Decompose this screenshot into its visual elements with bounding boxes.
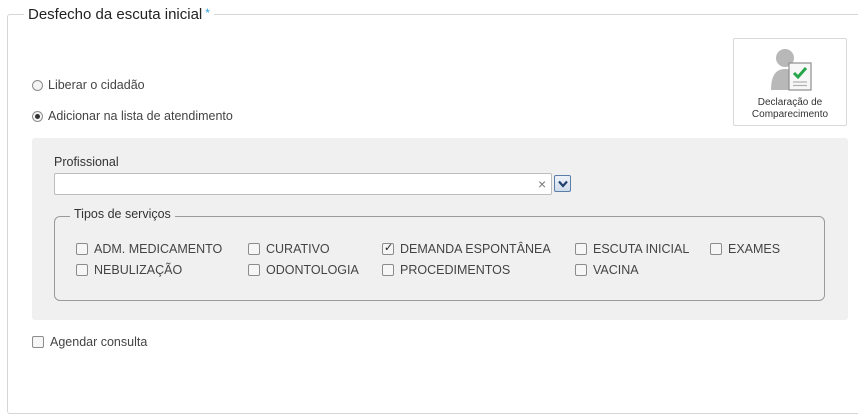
checkbox-label: CURATIVO <box>266 242 330 256</box>
required-mark: * <box>205 6 210 20</box>
profissional-input[interactable] <box>54 173 552 195</box>
radio-liberar-label: Liberar o cidadão <box>48 78 145 92</box>
checkbox-agendar-consulta[interactable]: Agendar consulta <box>32 335 147 349</box>
tipos-servicos-legend: Tipos de serviços <box>70 207 175 221</box>
checkbox-curativo[interactable]: CURATIVO <box>248 242 330 256</box>
declaracao-label-line1: Declaração de <box>757 97 823 108</box>
profissional-label: Profissional <box>54 155 119 169</box>
checkbox-label: VACINA <box>593 263 639 277</box>
checkbox-box-checked[interactable] <box>382 241 394 255</box>
checkbox-nebulizacao[interactable]: NEBULIZAÇÃO <box>76 263 182 277</box>
radio-adicionar-button[interactable] <box>32 110 43 122</box>
atendimento-panel: Profissional × Tipos de serviços ADM. ME… <box>32 138 848 320</box>
checkbox-box[interactable] <box>248 264 260 276</box>
checkbox-box[interactable] <box>575 264 587 276</box>
checkbox-label: EXAMES <box>728 242 781 256</box>
tipos-servicos-box <box>54 216 825 301</box>
profissional-dropdown-button[interactable] <box>554 175 571 192</box>
checkbox-label: NEBULIZAÇÃO <box>94 263 183 277</box>
declaracao-label: Declaração de Comparecimento <box>734 97 846 121</box>
radio-liberar-button[interactable] <box>32 79 43 91</box>
radio-adicionar[interactable]: Adicionar na lista de atendimento <box>32 109 233 123</box>
checkbox-exames[interactable]: EXAMES <box>710 242 780 256</box>
checkbox-box[interactable] <box>382 264 394 276</box>
chevron-down-icon <box>558 180 568 188</box>
checkbox-label: DEMANDA ESPONTÂNEA <box>400 242 551 256</box>
declaracao-label-line2: Comparecimento <box>751 109 829 120</box>
clear-icon[interactable]: × <box>538 176 546 192</box>
checkbox-demanda-espontanea[interactable]: DEMANDA ESPONTÂNEA <box>382 241 551 256</box>
checkbox-label: PROCEDIMENTOS <box>400 263 511 277</box>
checkbox-label: ADM. MEDICAMENTO <box>94 242 223 256</box>
person-document-check-icon <box>771 49 812 91</box>
checkbox-label: Agendar consulta <box>50 335 148 349</box>
checkbox-procedimentos[interactable]: PROCEDIMENTOS <box>382 263 510 277</box>
checkbox-vacina[interactable]: VACINA <box>575 263 639 277</box>
checkbox-box[interactable] <box>575 243 587 255</box>
checkbox-box[interactable] <box>76 243 88 255</box>
checkbox-adm-medicamento[interactable]: ADM. MEDICAMENTO <box>76 242 222 256</box>
radio-adicionar-label: Adicionar na lista de atendimento <box>48 109 233 123</box>
checkbox-label: ESCUTA INICIAL <box>593 242 690 256</box>
radio-liberar[interactable]: Liberar o cidadão <box>32 78 145 92</box>
checkbox-box[interactable] <box>248 243 260 255</box>
checkbox-odontologia[interactable]: ODONTOLOGIA <box>248 263 359 277</box>
checkbox-box[interactable] <box>76 264 88 276</box>
section-title-text: Desfecho da escuta inicial <box>28 6 203 23</box>
checkbox-box[interactable] <box>32 336 44 348</box>
checkbox-box[interactable] <box>710 243 722 255</box>
checkbox-label: ODONTOLOGIA <box>266 263 359 277</box>
section-title: Desfecho da escuta inicial * <box>24 6 214 23</box>
declaracao-comparecimento-button[interactable]: Declaração de Comparecimento <box>733 38 847 126</box>
checkbox-escuta-inicial[interactable]: ESCUTA INICIAL <box>575 242 689 256</box>
